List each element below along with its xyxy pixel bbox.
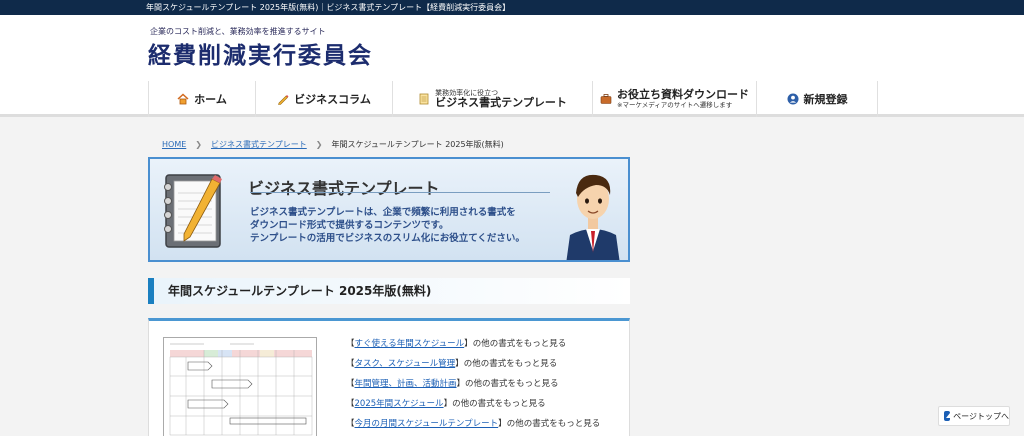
related-link-row: 【年間管理、計画、活動計画】の他の書式をもっと見る	[346, 379, 559, 389]
banner-divider	[250, 192, 550, 193]
nav-template[interactable]: 業務効率化に役立つ ビジネス書式テンプレート	[392, 81, 592, 117]
related-link-row: 【すぐ使える年間スケジュール】の他の書式をもっと見る	[346, 339, 567, 349]
related-links: 【すぐ使える年間スケジュール】の他の書式をもっと見る 【タスク、スケジュール管理…	[346, 337, 600, 436]
site-header: 企業のコスト削減と、業務効率を推進するサイト 経費削減実行委員会	[0, 15, 1024, 81]
chevron-right-icon: ❯	[315, 140, 323, 149]
home-icon	[177, 93, 189, 105]
pencil-icon	[278, 95, 289, 105]
nav-template-label: ビジネス書式テンプレート	[435, 95, 567, 109]
page-title: 年間スケジュールテンプレート 2025年版(無料)	[148, 278, 630, 304]
arrow-up-icon	[944, 411, 951, 421]
breadcrumb-current: 年間スケジュールテンプレート 2025年版(無料)	[331, 140, 504, 149]
banner-desc-line: ビジネス書式テンプレートは、企業で頻繁に利用される書式を	[250, 207, 516, 218]
breadcrumb-home[interactable]: HOME	[162, 140, 186, 149]
nav-column-label: ビジネスコラム	[294, 93, 371, 106]
template-banner[interactable]: ビジネス書式テンプレート ビジネス書式テンプレートは、企業で頻繁に利用される書式…	[148, 157, 630, 262]
nav-download-note: ※マーケメディアのサイトへ遷移します	[617, 100, 733, 109]
related-link[interactable]: 年間管理、計画、活動計画	[355, 379, 457, 389]
site-logo[interactable]: 経費削減実行委員会	[148, 36, 373, 70]
template-preview-image[interactable]	[163, 337, 317, 436]
nav-home-label: ホーム	[194, 93, 227, 106]
page-top-label: ページトップへ	[953, 411, 1009, 421]
template-content: 【すぐ使える年間スケジュール】の他の書式をもっと見る 【タスク、スケジュール管理…	[148, 318, 630, 436]
banner-title: ビジネス書式テンプレート	[248, 179, 440, 198]
related-link-row: 【2025年間スケジュール】の他の書式をもっと見る	[346, 399, 546, 409]
nav-register-label: 新規登録	[803, 93, 848, 106]
notebook-icon	[164, 174, 222, 248]
breadcrumb-template[interactable]: ビジネス書式テンプレート	[211, 140, 307, 149]
banner-desc-line: テンプレートの活用でビジネスのスリム化にお役立てください。	[250, 233, 525, 244]
top-bar-title: 年間スケジュールテンプレート 2025年版(無料)｜ビジネス書式テンプレート【経…	[146, 3, 511, 12]
nav-download[interactable]: お役立ち資料ダウンロード ※マーケメディアのサイトへ遷移します	[592, 81, 756, 117]
related-link[interactable]: 2025年間スケジュール	[355, 399, 444, 409]
banner-desc-line: ダウンロード形式で提供するコンテンツです。	[250, 220, 449, 231]
user-icon	[787, 93, 798, 105]
related-link-row: 【今月の月間スケジュールテンプレート】の他の書式をもっと見る	[346, 419, 601, 429]
schedule-preview	[164, 338, 316, 436]
breadcrumb: HOME ❯ ビジネス書式テンプレート ❯ 年間スケジュールテンプレート 2025年版(…	[162, 139, 504, 150]
page-top-button[interactable]: ページトップへ	[938, 406, 1010, 426]
main-nav: ホーム ビジネスコラム 業務効率化に役立つ ビジネス書式テンプレート お役立ち資…	[0, 81, 1024, 117]
businessman-illustration	[566, 174, 620, 260]
related-link-row: 【タスク、スケジュール管理】の他の書式をもっと見る	[346, 359, 558, 369]
nav-register[interactable]: 新規登録	[756, 81, 878, 117]
nav-home[interactable]: ホーム	[148, 81, 255, 117]
nav-download-label: お役立ち資料ダウンロード	[617, 87, 749, 101]
related-link[interactable]: 今月の月間スケジュールテンプレート	[355, 419, 499, 429]
nav-column[interactable]: ビジネスコラム	[255, 81, 392, 117]
briefcase-icon	[600, 94, 612, 104]
top-bar: 年間スケジュールテンプレート 2025年版(無料)｜ビジネス書式テンプレート【経…	[0, 0, 1024, 15]
document-icon	[419, 93, 429, 105]
chevron-right-icon: ❯	[195, 140, 202, 149]
related-link[interactable]: タスク、スケジュール管理	[355, 359, 456, 369]
banner-description: ビジネス書式テンプレートは、企業で頻繁に利用される書式を ダウンロード形式で提供…	[250, 206, 525, 245]
related-link[interactable]: すぐ使える年間スケジュール	[355, 339, 465, 349]
